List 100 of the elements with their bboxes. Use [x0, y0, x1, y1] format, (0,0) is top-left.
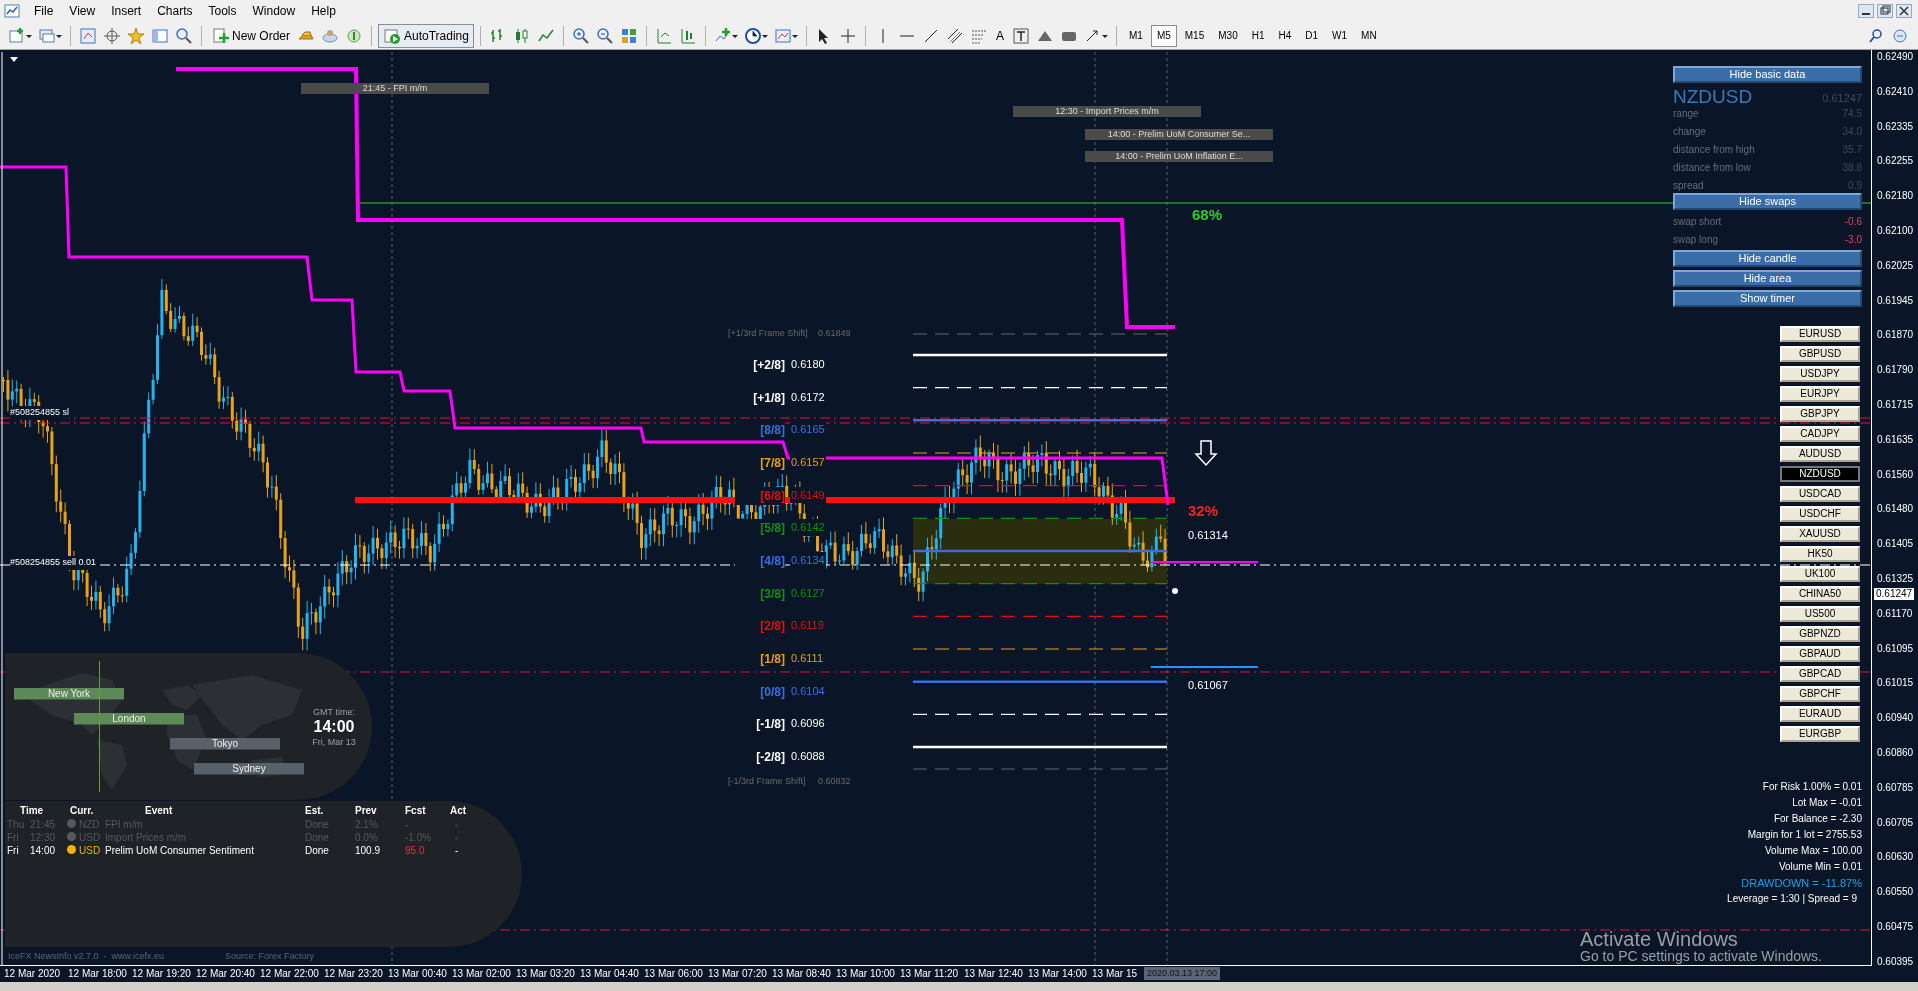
panel-button[interactable]: Hide candle — [1673, 250, 1862, 267]
symbol-button[interactable]: EURJPY — [1780, 386, 1860, 402]
time-tick: 13 Mar 02:00 — [452, 967, 511, 981]
time-tick: 13 Mar 14:00 — [1028, 967, 1087, 981]
time-tick: 13 Mar 12:40 — [964, 967, 1023, 981]
timeframe-tab[interactable]: MN — [1355, 24, 1383, 47]
symbol-button[interactable]: USDCAD — [1780, 486, 1860, 502]
news-source: Source: Forex Factory — [225, 950, 315, 963]
price-tick: 0.61325 — [1877, 573, 1914, 585]
price-tick: 0.62025 — [1877, 259, 1914, 272]
news-cell-text: Done — [305, 844, 329, 858]
time-tick: 13 Mar 06:00 — [644, 967, 703, 981]
timeframe-tab[interactable]: H4 — [1272, 24, 1298, 47]
close-icon[interactable] — [1896, 4, 1912, 18]
search-icon[interactable] — [1868, 27, 1884, 44]
price-tick: 0.61790 — [1877, 364, 1914, 377]
down-arrow-icon — [1194, 440, 1218, 467]
risk-info: For Balance = -2.30 — [1772, 812, 1862, 826]
symbol-button[interactable]: XAUUSD — [1780, 526, 1860, 542]
price-dot — [1172, 588, 1178, 594]
text-tool-button[interactable]: A — [991, 24, 1008, 47]
symbol-button[interactable]: GBPAUD — [1780, 646, 1860, 662]
symbol-button[interactable]: USDCHF — [1780, 506, 1860, 522]
level-value: 0.6142 — [790, 519, 826, 536]
price-mark: 0.61314 — [1188, 528, 1228, 543]
community-icon[interactable] — [1892, 27, 1908, 44]
time-tick: 13 Mar 03:20 — [516, 967, 575, 981]
frame-shift-label: [+1/3rd Frame Shift] — [728, 327, 808, 340]
stat-label: swap long — [1673, 233, 1719, 247]
restore-icon[interactable] — [1877, 4, 1893, 18]
symbol-button[interactable]: GBPNZD — [1780, 626, 1860, 642]
menu-item[interactable]: File — [26, 2, 62, 20]
menu-item[interactable]: Window — [244, 2, 304, 20]
menu-item[interactable]: Insert — [103, 2, 150, 20]
menu-item[interactable]: Help — [303, 2, 344, 20]
risk-info: Leverage = 1:30 | Spread = 9 — [1726, 892, 1857, 906]
symbol-button[interactable]: EURGBP — [1780, 726, 1860, 742]
symbol-button[interactable]: USDJPY — [1780, 366, 1860, 382]
menu-item[interactable]: Tools — [200, 2, 245, 20]
order-label: #508254855 sl — [10, 406, 70, 420]
symbol-button[interactable]: CADJPY — [1780, 426, 1860, 442]
auto-trading-button[interactable]: AutoTrading — [378, 23, 474, 48]
price-tick: 0.62490 — [1877, 51, 1914, 63]
stat-label: swap short — [1673, 215, 1722, 229]
news-time: 21:45 — [30, 818, 56, 832]
menu-item[interactable]: View — [61, 2, 104, 20]
new-order-button[interactable]: New Order — [208, 24, 293, 47]
minimize-icon[interactable] — [1858, 4, 1874, 18]
timeframe-tab[interactable]: W1 — [1326, 24, 1354, 47]
activation-title: Activate Windows — [1580, 927, 1738, 950]
risk-info: Margin for 1 lot = 2755.53 — [1746, 828, 1862, 842]
price-tick: 0.61015 — [1877, 677, 1914, 690]
timeframe-tab[interactable]: M1 — [1122, 24, 1149, 47]
stat-label: change — [1673, 125, 1706, 139]
panel-button[interactable]: Hide area — [1673, 270, 1862, 287]
menu-item[interactable]: Charts — [149, 2, 201, 20]
symbol-button[interactable]: EURAUD — [1780, 706, 1860, 722]
symbol-button[interactable]: GBPJPY — [1780, 406, 1860, 422]
cursor-time-label: 2020.03.13 17:00 — [1144, 967, 1221, 980]
news-cell-text: 100.9 — [355, 844, 381, 858]
panel-button[interactable]: Hide basic data — [1673, 66, 1862, 83]
time-tick: 12 Mar 22:00 — [260, 967, 319, 981]
panel-button[interactable]: Show timer — [1673, 290, 1862, 307]
risk-info: For Risk 1.00% = 0.01 — [1761, 780, 1862, 794]
order-label: #508254855 sell 0.01 — [10, 556, 97, 570]
price-tick: 0.61715 — [1877, 399, 1914, 411]
symbol-button[interactable]: NZDUSD — [1780, 466, 1860, 482]
percent-label: 68% — [1192, 205, 1223, 225]
symbol-button[interactable]: AUDUSD — [1780, 446, 1860, 462]
time-tick: 13 Mar 08:40 — [772, 967, 831, 981]
risk-info: Volume Min = 0.01 — [1777, 860, 1862, 874]
symbol-button[interactable]: GBPUSD — [1780, 346, 1860, 362]
symbol-button[interactable]: CHINA50 — [1780, 586, 1860, 602]
news-cell-text: - — [455, 818, 459, 832]
time-tick: 12 Mar 18:00 — [68, 967, 127, 981]
news-event: Prelim UoM Consumer Sentiment — [105, 844, 254, 858]
symbol-button[interactable]: GBPCAD — [1780, 666, 1860, 682]
timeframe-tab[interactable]: H1 — [1245, 24, 1271, 47]
symbol-button[interactable]: GBPCHF — [1780, 686, 1860, 702]
timeframe-tab[interactable]: M30 — [1212, 24, 1244, 47]
timeframe-tab[interactable]: D1 — [1299, 24, 1325, 47]
column-header: Est. — [305, 804, 324, 818]
price-tick: 0.61635 — [1877, 433, 1914, 446]
timeframe-tab[interactable]: M5 — [1150, 24, 1177, 47]
news-cell-text: - — [455, 844, 459, 858]
time-tick: 12 Mar 23:20 — [324, 967, 383, 981]
symbol-button[interactable]: EURUSD — [1780, 326, 1860, 342]
symbol-button[interactable]: US500 — [1780, 606, 1860, 622]
gmt-date: Fri, Mar 13 — [311, 736, 357, 749]
gmt-label: GMT time: — [312, 706, 356, 719]
chart-menu-icon[interactable] — [10, 57, 18, 62]
session-bar: Tokyo — [170, 738, 280, 750]
price-tick: 0.62410 — [1877, 85, 1914, 98]
panel-button[interactable]: Hide swaps — [1673, 193, 1862, 210]
symbol-button[interactable]: UK100 — [1780, 566, 1860, 582]
column-header: Act — [450, 804, 467, 818]
symbol-button[interactable]: HK50 — [1780, 546, 1860, 562]
news-day: Fri — [7, 830, 19, 845]
price-tick: 0.61170 — [1877, 607, 1913, 620]
timeframe-tab[interactable]: M15 — [1178, 24, 1211, 47]
